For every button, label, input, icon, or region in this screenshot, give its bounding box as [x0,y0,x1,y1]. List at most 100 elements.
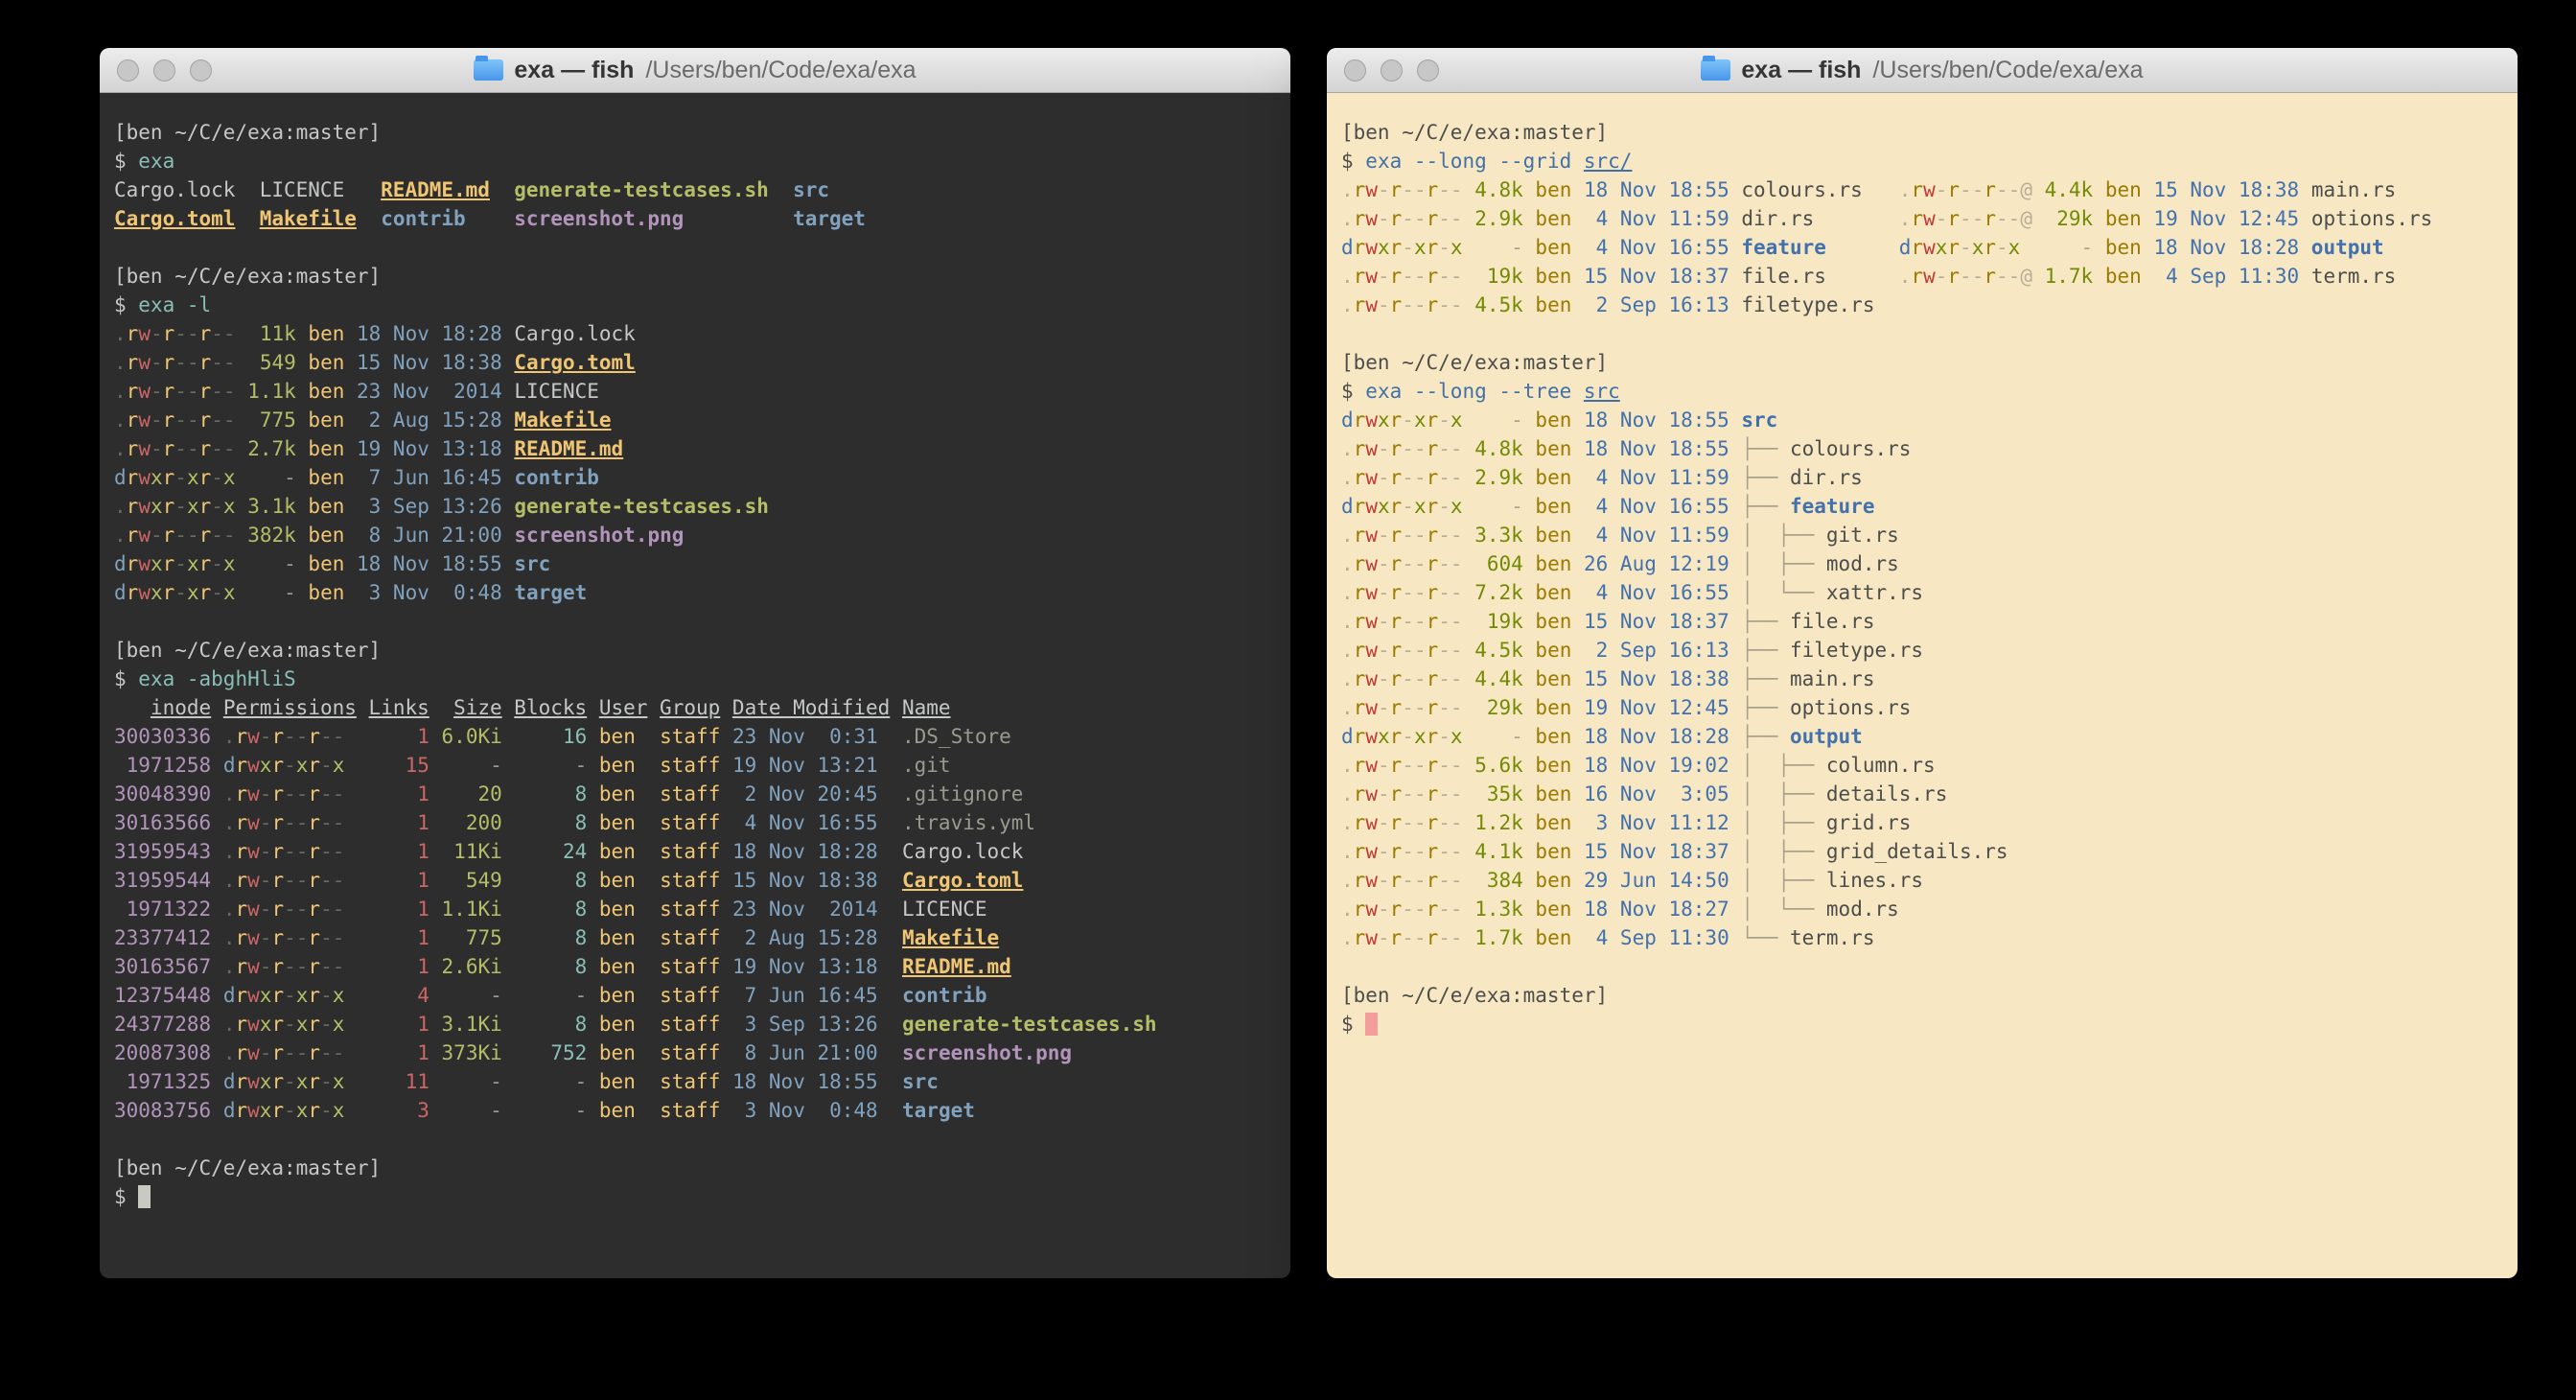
permission-char: - [333,926,345,949]
window-title-app: exa — fish [514,57,634,84]
close-button[interactable] [117,59,139,82]
text-segment [211,811,223,834]
text-segment: 1.2k [1463,811,1523,834]
permission-char: r [235,955,247,978]
permission-char: . [223,782,236,805]
text-segment: Size [453,696,502,719]
permission-char: - [320,926,333,949]
terminal-line: .rw-r--r-- 19k ben 15 Nov 18:37 ├── file… [1341,607,2503,636]
zoom-button[interactable] [190,59,212,82]
text-segment: LICENCE [502,380,599,403]
text-segment: ben staff [587,955,720,978]
text-segment: generate-testcases.sh [902,1013,1157,1036]
permission-char: r [199,437,212,460]
permission-char: r [1354,926,1366,949]
permission-char: r [1354,495,1366,518]
minimize-button[interactable] [153,59,175,82]
text-segment: - [502,754,588,777]
terminal-line: 1971322 .rw-r--r-- 1 1.1Ki 8 ben staff 2… [114,895,1276,923]
zoom-button[interactable] [1417,59,1439,82]
terminal-line: .rw-r--r-- 384 ben 29 Jun 14:50 │ ├── li… [1341,866,2503,895]
permission-char: - [1402,754,1414,777]
permission-char: r [1427,610,1439,633]
permission-char: . [1341,869,1354,892]
text-segment: 16 Nov 3:05 [1571,782,1729,805]
text-segment: screenshot.png [514,524,684,547]
permission-char: w [1365,696,1378,719]
permission-char: - [223,524,236,547]
text-segment: - [1463,725,1523,748]
text-segment: output [2311,236,2384,259]
permission-char: - [1972,207,1984,230]
text-segment: ben [296,408,345,432]
text-segment: ben staff [587,984,720,1007]
text-segment: ben [296,437,345,460]
text-segment: feature [1741,236,1826,259]
text-segment: 4.8k [1463,437,1523,460]
terminal-line: 30030336 .rw-r--r-- 1 6.0Ki 16 ben staff… [114,722,1276,751]
text-segment: ben [296,351,345,374]
minimize-button[interactable] [1381,59,1403,82]
terminal-line: drwxr-xr-x - ben 18 Nov 18:55 src [1341,406,2503,434]
text-segment: 1.7k [2032,265,2093,288]
terminal-line: [ben ~/C/e/exa:master] [114,118,1276,147]
text-segment: ben [1523,293,1572,316]
text-segment [878,955,902,978]
permission-char: - [187,408,199,432]
permission-char: r [1390,437,1403,460]
permission-char: . [223,840,236,863]
permission-char: w [1365,207,1378,230]
permission-char: r [1947,178,1960,201]
permission-char: - [1378,869,1390,892]
text-segment [502,495,515,518]
text-segment: 7 Jun 16:45 [344,466,501,489]
close-button[interactable] [1344,59,1366,82]
text-segment: 29 Jun 14:50 [1571,869,1729,892]
text-segment: contrib [514,466,599,489]
permission-char: x [1450,495,1463,518]
permission-char: r [1911,178,1923,201]
permission-char: - [1450,178,1463,201]
text-segment [878,1099,902,1122]
text-segment: src [1741,408,1777,432]
text-segment: Makefile [514,408,611,432]
terminal-screen[interactable]: [ben ~/C/e/exa:master]$ exa --long --gri… [1327,93,2518,1278]
terminal-line: .rw-r--r-- 1.7k ben 4 Sep 11:30 └── term… [1341,923,2503,952]
permission-char: x [296,984,309,1007]
permission-char: r [1390,869,1403,892]
text-segment: $ [1341,150,1365,173]
permission-char: r [1390,581,1403,604]
text-segment: main.rs [2311,178,2397,201]
text-segment: src [514,552,550,575]
text-segment: 2 Aug 15:28 [720,926,877,949]
text-segment [211,869,223,892]
terminal-line: $ [114,1182,1276,1211]
permission-char: - [1960,236,1972,259]
terminal-line: 24377288 .rwxr-xr-x 1 3.1Ki 8 ben staff … [114,1010,1276,1038]
permission-char: r [127,466,139,489]
permission-char: x [1936,236,1948,259]
permission-char: - [187,351,199,374]
text-segment: output [1790,725,1863,748]
permission-char: r [235,984,247,1007]
permission-char: - [296,782,309,805]
text-segment: │ └── [1741,898,1826,921]
text-segment [1729,236,1742,259]
window-title-path: /Users/ben/Code/exa/exa [1872,57,2143,84]
permission-char: - [333,955,345,978]
permission-char: - [260,840,272,863]
titlebar[interactable]: exa — fish /Users/ben/Code/exa/exa [100,48,1290,93]
terminal-screen[interactable]: [ben ~/C/e/exa:master]$ exaCargo.lock LI… [100,93,1290,1278]
text-segment: │ └── [1741,581,1826,604]
text-segment [1863,178,1899,201]
text-segment: 8 [502,926,588,949]
permission-char: - [260,869,272,892]
text-segment [211,840,223,863]
text-segment: 775 [236,408,296,432]
terminal-window-left: exa — fish /Users/ben/Code/exa/exa [ben … [100,48,1290,1278]
text-segment: options.rs [1790,696,1911,719]
text-segment: ├── [1741,610,1790,633]
titlebar[interactable]: exa — fish /Users/ben/Code/exa/exa [1327,48,2518,93]
permission-char: w [1923,207,1936,230]
text-segment: 18 Nov 18:28 [1571,725,1729,748]
